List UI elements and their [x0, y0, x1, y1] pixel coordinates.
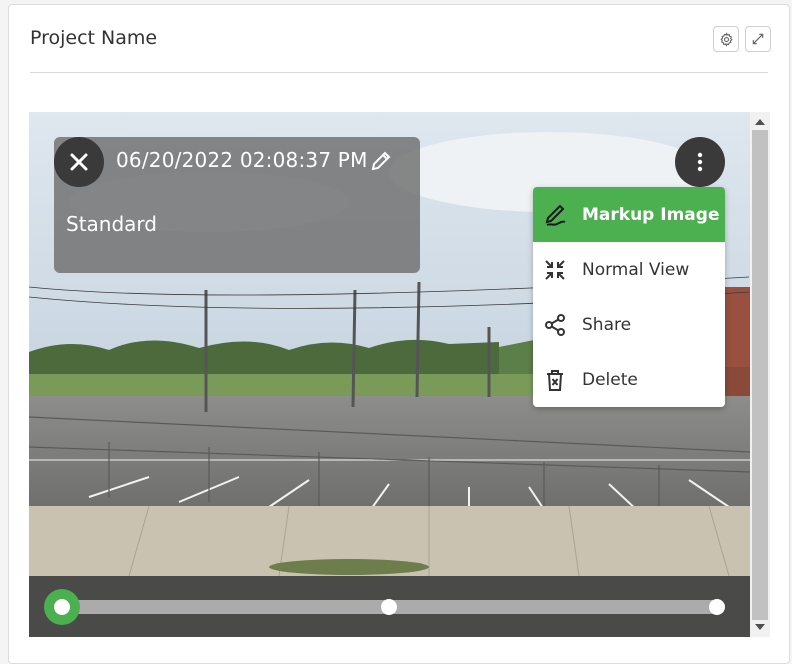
timeline-handle[interactable]	[44, 589, 80, 625]
menu-label: Share	[582, 314, 632, 335]
timeline-point[interactable]	[381, 599, 397, 615]
image-category: Standard	[66, 212, 157, 236]
timeline-point[interactable]	[709, 599, 725, 615]
compress-icon	[533, 258, 577, 282]
menu-label: Delete	[582, 369, 638, 390]
timeline-slider[interactable]	[29, 576, 750, 637]
menu-item-markup-image[interactable]: Markup Image	[533, 187, 725, 242]
more-vertical-icon	[697, 152, 703, 172]
pencil-icon	[371, 151, 391, 171]
settings-button[interactable]	[713, 26, 739, 52]
options-menu: Markup Image Normal View Share Delete	[533, 187, 725, 407]
header-divider	[30, 72, 768, 73]
close-button[interactable]	[54, 137, 104, 187]
viewer-scrollbar[interactable]	[750, 112, 770, 637]
expand-icon	[752, 33, 764, 45]
markup-icon	[533, 203, 577, 227]
scroll-thumb[interactable]	[752, 130, 768, 620]
scroll-down-arrow[interactable]	[755, 624, 765, 630]
image-timestamp: 06/20/2022 02:08:37 PM	[116, 148, 368, 172]
image-info-panel: 06/20/2022 02:08:37 PM Standard	[54, 137, 420, 273]
menu-label: Markup Image	[582, 204, 720, 225]
close-icon	[70, 153, 88, 171]
more-options-button[interactable]	[675, 137, 725, 187]
image-viewer[interactable]: 06/20/2022 02:08:37 PM Standard Markup I…	[29, 112, 750, 637]
menu-item-share[interactable]: Share	[533, 297, 725, 352]
edit-timestamp-button[interactable]	[367, 147, 395, 175]
menu-item-normal-view[interactable]: Normal View	[533, 242, 725, 297]
trash-icon	[533, 368, 577, 392]
menu-label: Normal View	[582, 259, 690, 280]
gear-icon	[719, 31, 733, 47]
share-icon	[533, 313, 577, 337]
expand-button[interactable]	[745, 26, 771, 52]
menu-item-delete[interactable]: Delete	[533, 352, 725, 407]
scroll-up-arrow[interactable]	[755, 119, 765, 125]
card-title: Project Name	[30, 27, 158, 49]
